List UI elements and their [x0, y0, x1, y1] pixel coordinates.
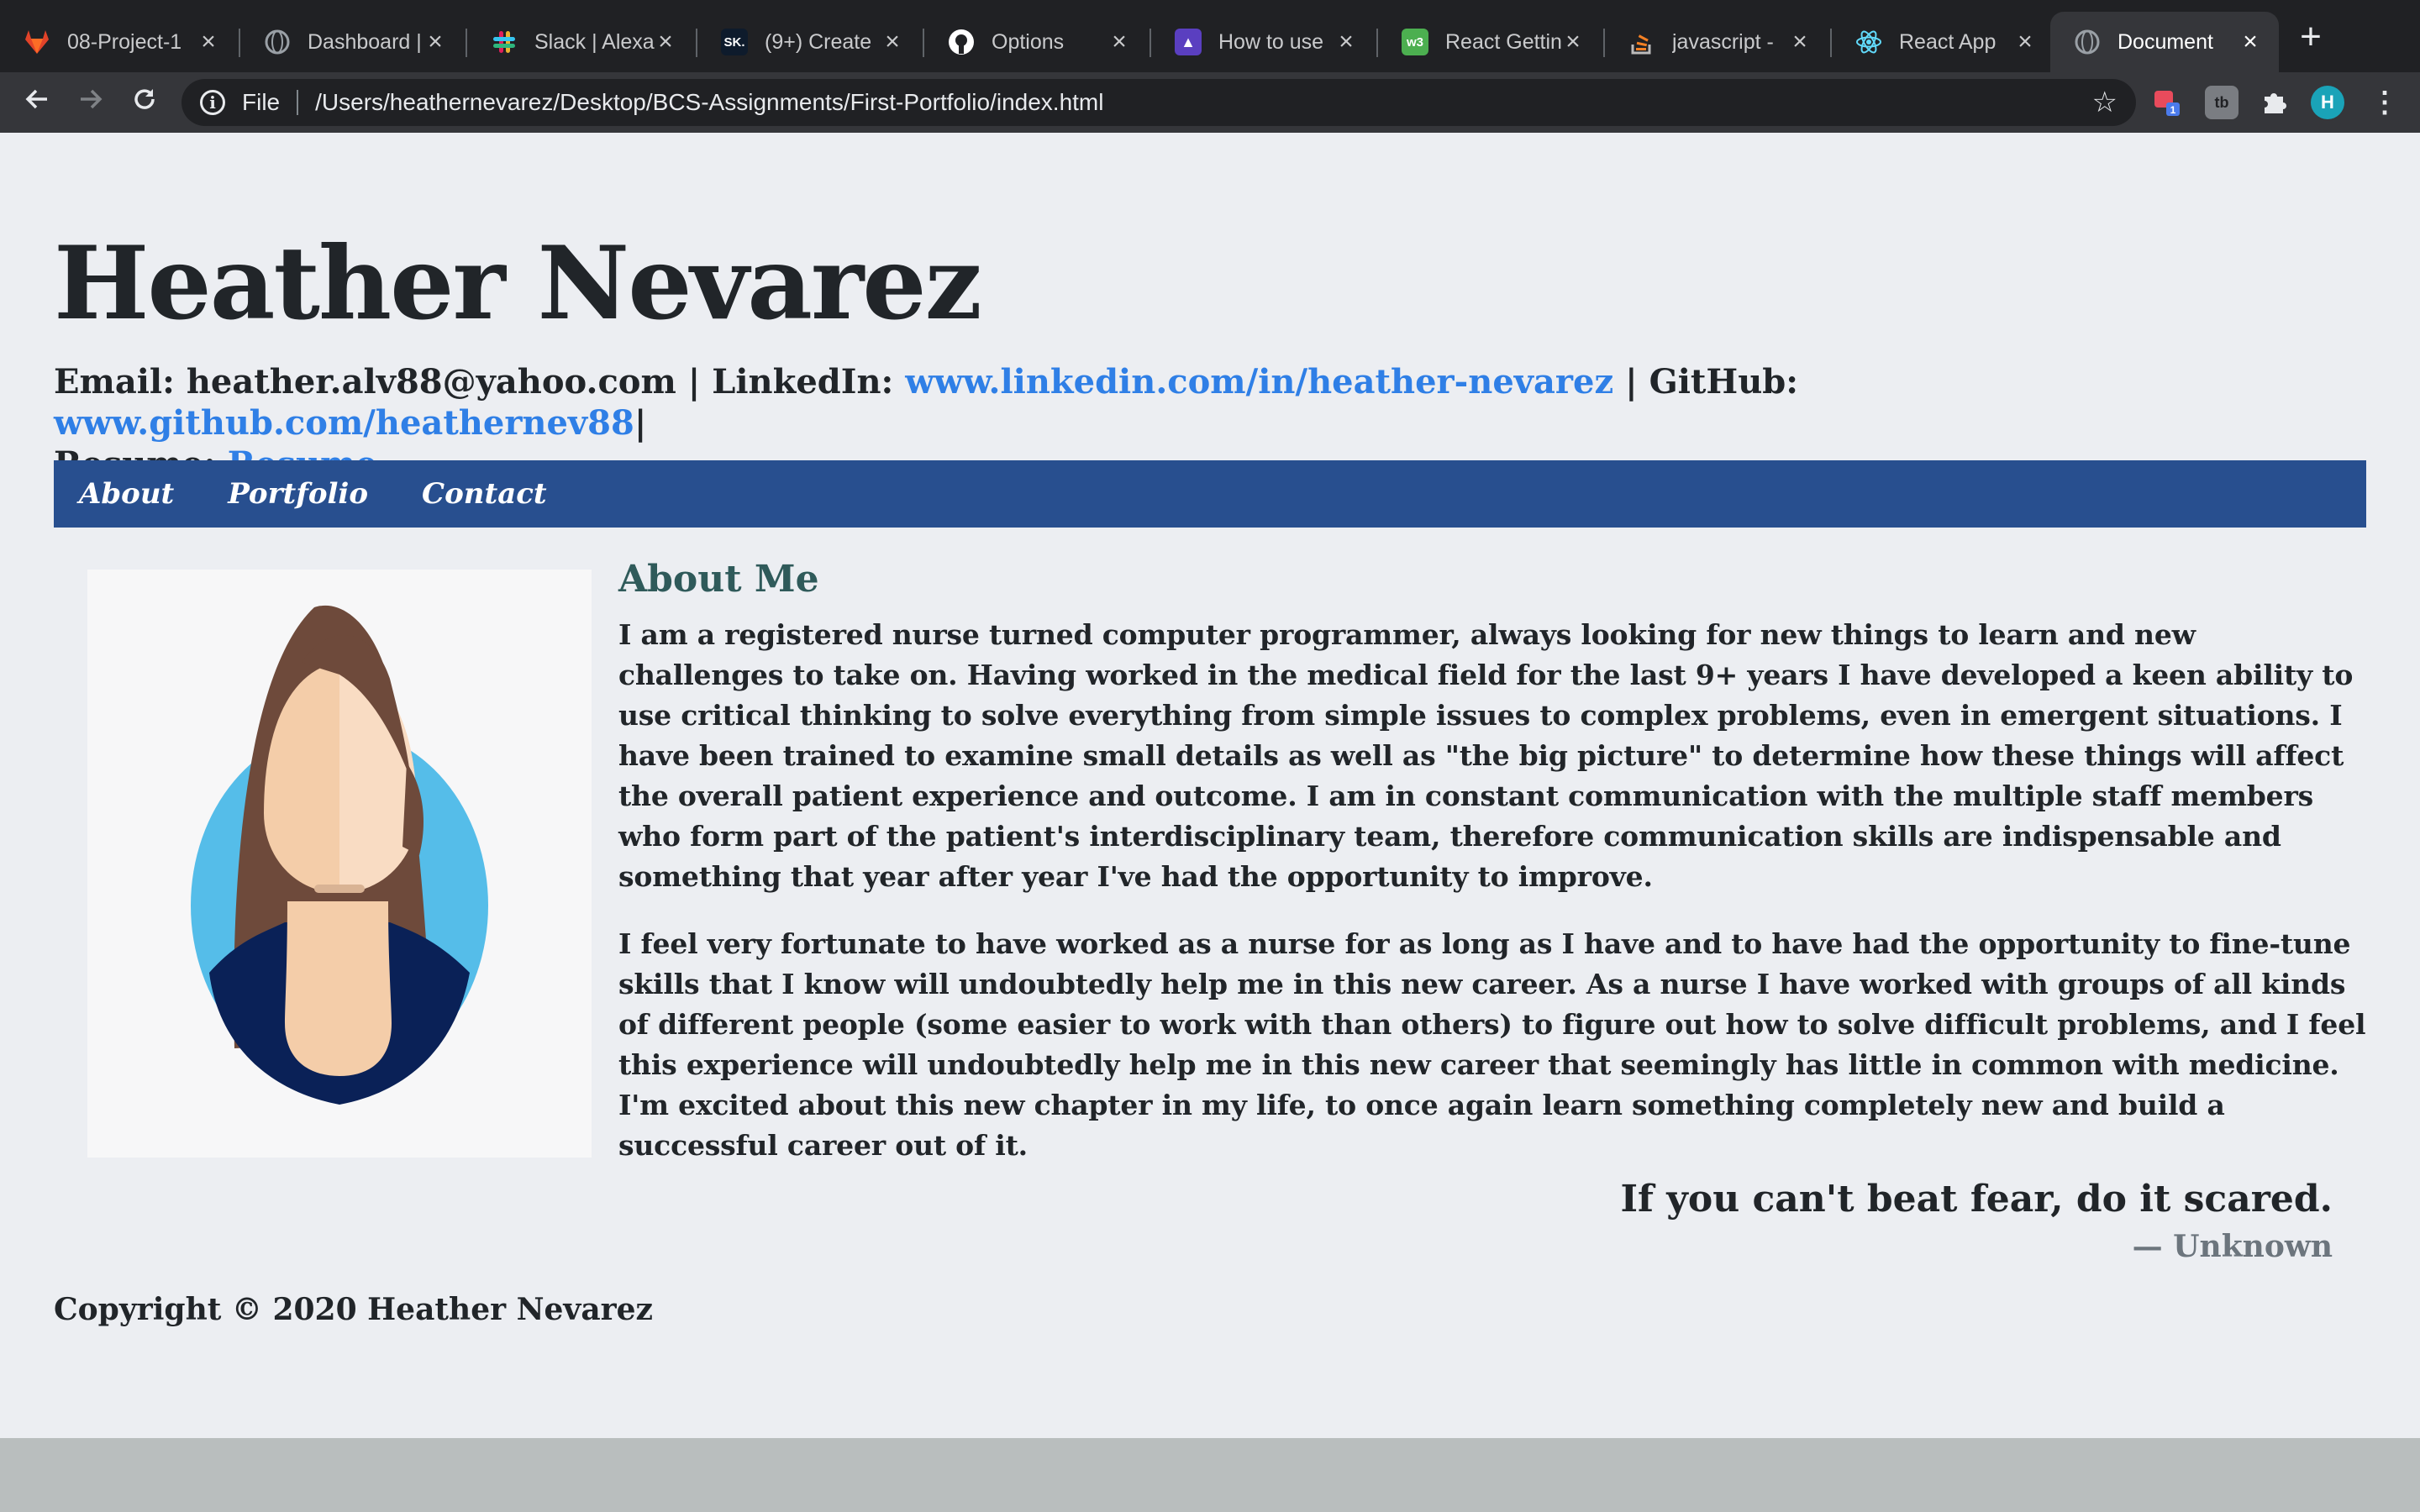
browser-toolbar: i File /Users/heathernevarez/Desktop/BCS…: [0, 72, 2420, 133]
gitlab-icon: [24, 29, 50, 55]
rocket-icon: ▲: [1175, 29, 1202, 55]
new-tab-button[interactable]: +: [2292, 18, 2329, 55]
url-text[interactable]: /Users/heathernevarez/Desktop/BCS-Assign…: [315, 89, 1103, 116]
puzzle-extensions-icon[interactable]: [2257, 86, 2291, 119]
bookmark-star-icon[interactable]: ☆: [2092, 87, 2118, 118]
copyright-footer: Copyright © 2020 Heather Nevarez: [54, 1292, 653, 1327]
tab-create[interactable]: SK. (9+) Create ×: [697, 12, 921, 72]
tb-extension-icon[interactable]: tb: [2205, 86, 2238, 119]
reload-button[interactable]: [123, 81, 166, 124]
globe-icon: [264, 29, 291, 55]
quote-block: If you can't beat fear, do it scared. — …: [1620, 1174, 2333, 1268]
github-icon: [948, 29, 975, 55]
close-icon[interactable]: ×: [1107, 29, 1131, 55]
main-nav: About Portfolio Contact: [54, 460, 2366, 528]
stackoverflow-icon: [1628, 29, 1655, 55]
close-icon[interactable]: ×: [881, 29, 904, 55]
react-icon: [1855, 29, 1882, 55]
close-icon[interactable]: ×: [1561, 29, 1585, 55]
close-icon[interactable]: ×: [1334, 29, 1358, 55]
more-menu-icon[interactable]: ⋮: [2368, 86, 2402, 119]
contact-separator: |: [634, 403, 647, 443]
tab-title: Dashboard |: [308, 29, 422, 54]
about-paragraph: I feel very fortunate to have worked as …: [618, 927, 2366, 1162]
tab-javascript[interactable]: javascript - ×: [1605, 12, 1828, 72]
tab-title: How to use: [1218, 29, 1324, 54]
tab-dashboard[interactable]: Dashboard | ×: [240, 12, 464, 72]
back-button[interactable]: [15, 81, 59, 124]
linkedin-link[interactable]: www.linkedin.com/in/heather-nevarez: [905, 362, 1613, 402]
woman-avatar-illustration: [191, 605, 488, 1105]
close-icon[interactable]: ×: [197, 29, 220, 55]
tab-title: Slack | Alexa: [534, 29, 655, 54]
info-icon[interactable]: i: [200, 90, 225, 115]
close-icon[interactable]: ×: [1788, 29, 1812, 55]
page-title: Heather Nevarez: [54, 224, 982, 343]
w3schools-icon: w3: [1402, 29, 1428, 55]
tab-how-to-use[interactable]: ▲ How to use ×: [1151, 12, 1375, 72]
about-section: About Me I am a registered nurse turned …: [618, 556, 2368, 1193]
forward-arrow-icon: [81, 89, 103, 109]
address-bar[interactable]: i File /Users/heathernevarez/Desktop/BCS…: [182, 79, 2136, 126]
email-text: Email: heather.alv88@yahoo.com | LinkedI…: [54, 362, 906, 402]
tab-title: Document: [2118, 29, 2213, 54]
nav-contact[interactable]: Contact: [422, 477, 547, 511]
nav-about[interactable]: About: [79, 477, 174, 511]
globe-icon: [2074, 29, 2101, 55]
quote-author: — Unknown: [2132, 1229, 2333, 1264]
scheme-label: File: [242, 89, 281, 115]
about-paragraph: I am a registered nurse turned computer …: [618, 618, 2354, 893]
back-arrow-icon: [25, 89, 47, 109]
close-icon[interactable]: ×: [2238, 29, 2262, 55]
reload-icon: [134, 89, 155, 109]
tab-options[interactable]: Options ×: [924, 12, 1148, 72]
tab-title: 08-Project-1: [67, 29, 182, 54]
page-viewport: Heather Nevarez Email: heather.alv88@yah…: [0, 133, 2420, 1438]
github-label: | GitHub:: [1613, 362, 1799, 402]
quote-text: If you can't beat fear, do it scared.: [1620, 1178, 2333, 1221]
close-icon[interactable]: ×: [424, 29, 447, 55]
tab-react-app[interactable]: React App ×: [1832, 12, 2054, 72]
forward-button[interactable]: [69, 81, 113, 124]
profile-avatar-image: [87, 570, 592, 1158]
extension-badge: 1: [2170, 104, 2176, 116]
profile-avatar[interactable]: H: [2311, 86, 2344, 119]
tab-title: React Gettin: [1445, 29, 1562, 54]
close-icon[interactable]: ×: [2013, 29, 2037, 55]
github-link[interactable]: www.github.com/heathernev88: [54, 403, 634, 443]
address-divider: [297, 90, 299, 115]
tab-title: javascript -: [1672, 29, 1774, 54]
tab-gitlab[interactable]: 08-Project-1 ×: [0, 12, 237, 72]
close-icon[interactable]: ×: [654, 29, 677, 55]
extension-icon[interactable]: 1: [2151, 86, 2185, 119]
tab-strip: 08-Project-1 × Dashboard | × Slack | Ale…: [0, 0, 2420, 72]
slack-icon: [491, 29, 518, 55]
about-heading: About Me: [618, 558, 819, 601]
tab-title: (9+) Create: [765, 29, 872, 54]
sk-icon: SK.: [721, 29, 748, 55]
tab-document[interactable]: Document ×: [2050, 12, 2279, 72]
nav-portfolio[interactable]: Portfolio: [228, 477, 368, 511]
tab-slack[interactable]: Slack | Alexa ×: [467, 12, 694, 72]
tab-title: Options: [992, 29, 1065, 54]
tab-react-getting[interactable]: w3 React Gettin ×: [1378, 12, 1602, 72]
tab-title: React App: [1899, 29, 1996, 54]
